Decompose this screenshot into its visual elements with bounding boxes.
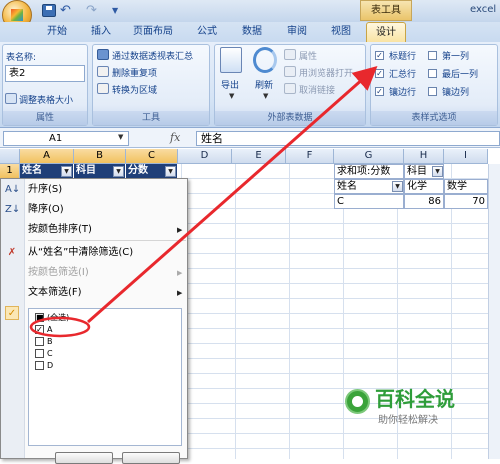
highlight-ellipse: [29, 316, 91, 338]
watermark-subtitle: 助你轻松解决: [378, 415, 438, 426]
watermark-logo-icon: [345, 389, 370, 414]
watermark-title: 百科全说: [375, 387, 455, 411]
